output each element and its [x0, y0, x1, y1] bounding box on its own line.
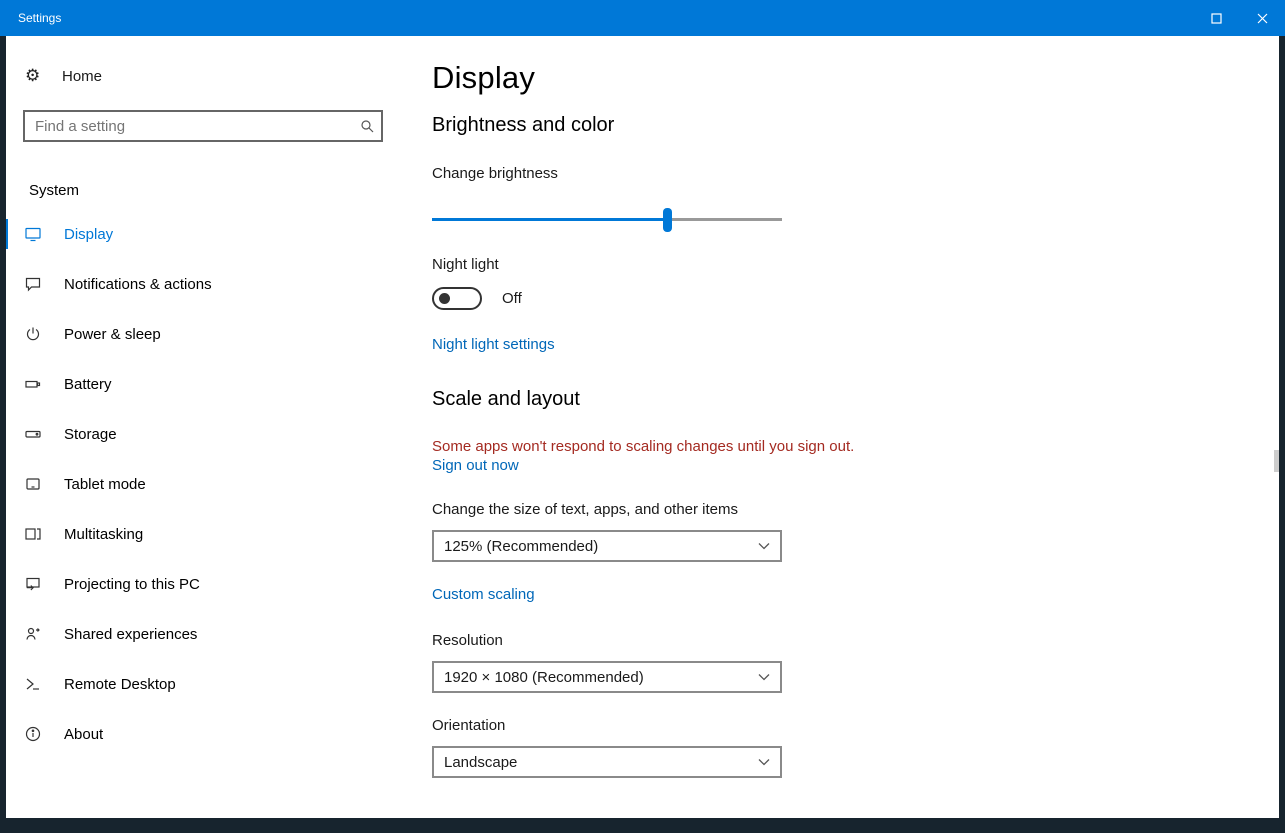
- remote-desktop-icon: [25, 676, 41, 692]
- sidebar-item-label: Battery: [64, 375, 112, 393]
- search-icon: [353, 119, 381, 133]
- close-button[interactable]: [1239, 0, 1285, 36]
- brightness-slider-thumb[interactable]: [662, 208, 672, 232]
- window-controls: [1193, 0, 1285, 36]
- sidebar-item-battery[interactable]: Battery: [6, 359, 414, 409]
- brightness-slider-label: Change brightness: [432, 165, 558, 182]
- night-light-state: Off: [502, 290, 522, 307]
- sidebar-item-remote-desktop[interactable]: Remote Desktop: [6, 659, 414, 709]
- sidebar-item-multitasking[interactable]: Multitasking: [6, 509, 414, 559]
- about-icon: [25, 726, 41, 742]
- scrollbar-thumb[interactable]: [1274, 450, 1279, 472]
- close-icon: [1257, 13, 1268, 24]
- night-light-label: Night light: [432, 256, 499, 273]
- maximize-icon: [1210, 12, 1222, 24]
- tablet-icon: [25, 476, 41, 492]
- sidebar-item-about[interactable]: About: [6, 709, 414, 759]
- gear-icon: ⚙: [25, 66, 41, 85]
- sidebar: ⚙ Home System Display: [6, 36, 414, 818]
- sidebar-item-label: Display: [64, 225, 114, 243]
- brightness-slider-fill: [432, 218, 667, 221]
- orientation-dropdown[interactable]: Landscape: [432, 746, 782, 778]
- sidebar-item-label: Tablet mode: [64, 475, 146, 493]
- resolution-dropdown-value: 1920 × 1080 (Recommended): [444, 668, 644, 686]
- scaling-dropdown[interactable]: 125% (Recommended): [432, 530, 782, 562]
- sign-out-now-link[interactable]: Sign out now: [432, 457, 519, 474]
- resolution-dropdown[interactable]: 1920 × 1080 (Recommended): [432, 661, 782, 693]
- scrollbar[interactable]: [1274, 36, 1279, 818]
- multitasking-icon: [25, 526, 41, 542]
- search-box: [23, 110, 383, 142]
- sidebar-item-storage[interactable]: Storage: [6, 409, 414, 459]
- sidebar-item-display[interactable]: Display: [6, 209, 414, 259]
- projecting-icon: [25, 576, 41, 592]
- battery-icon: [25, 376, 41, 392]
- scaling-size-label: Change the size of text, apps, and other…: [432, 501, 739, 518]
- shared-experiences-icon: [25, 626, 41, 642]
- sidebar-item-label: About: [64, 725, 104, 743]
- scaling-dropdown-value: 125% (Recommended): [444, 537, 599, 555]
- sidebar-item-label: Power & sleep: [64, 325, 161, 343]
- orientation-label: Orientation: [432, 717, 506, 734]
- brightness-slider[interactable]: [432, 208, 782, 232]
- night-light-toggle[interactable]: [432, 287, 482, 310]
- titlebar: Settings: [0, 0, 1285, 36]
- window-title: Settings: [18, 11, 62, 25]
- scale-section-heading: Scale and layout: [432, 388, 580, 410]
- chevron-down-icon: [748, 758, 780, 766]
- sidebar-item-label: Remote Desktop: [64, 675, 176, 693]
- sidebar-section-label: System: [29, 182, 80, 199]
- page-title: Display: [432, 60, 536, 95]
- main-content: Display Brightness and color Change brig…: [414, 36, 1279, 818]
- orientation-dropdown-value: Landscape: [444, 753, 518, 771]
- sidebar-item-label: Shared experiences: [64, 625, 198, 643]
- night-light-settings-link[interactable]: Night light settings: [432, 336, 555, 353]
- scaling-warning-text: Some apps won't respond to scaling chang…: [432, 438, 855, 455]
- settings-app: Settings ⚙ Home Find a setting System Di…: [0, 0, 1285, 833]
- chevron-down-icon: [748, 673, 780, 681]
- sidebar-item-tablet-mode[interactable]: Tablet mode: [6, 459, 414, 509]
- notifications-icon: [25, 276, 41, 292]
- sidebar-item-label: Multitasking: [64, 525, 144, 543]
- home-label: Home: [62, 67, 103, 85]
- settings-window: ⚙ Home System Display: [6, 36, 1279, 818]
- storage-icon: [25, 426, 41, 442]
- sidebar-list: Display Notifications & actions Power & …: [6, 209, 414, 759]
- chevron-down-icon: [748, 542, 780, 550]
- sidebar-item-projecting[interactable]: Projecting to this PC: [6, 559, 414, 609]
- sidebar-item-shared-experiences[interactable]: Shared experiences: [6, 609, 414, 659]
- sidebar-item-label: Storage: [64, 425, 117, 443]
- custom-scaling-link[interactable]: Custom scaling: [432, 586, 535, 603]
- sidebar-item-power-sleep[interactable]: Power & sleep: [6, 309, 414, 359]
- resolution-label: Resolution: [432, 632, 503, 649]
- night-light-toggle-row: Off: [432, 287, 1279, 310]
- desktop-edge: [0, 818, 1285, 833]
- sidebar-item-label: Notifications & actions: [64, 275, 212, 293]
- display-icon: [25, 226, 41, 242]
- brightness-section-heading: Brightness and color: [432, 114, 615, 136]
- search-input[interactable]: [25, 112, 353, 140]
- power-icon: [25, 326, 41, 342]
- toggle-knob: [439, 293, 450, 304]
- maximize-button[interactable]: [1193, 0, 1239, 36]
- sidebar-item-notifications[interactable]: Notifications & actions: [6, 259, 414, 309]
- sidebar-item-label: Projecting to this PC: [64, 575, 200, 593]
- sidebar-item-home[interactable]: ⚙ Home: [6, 56, 414, 96]
